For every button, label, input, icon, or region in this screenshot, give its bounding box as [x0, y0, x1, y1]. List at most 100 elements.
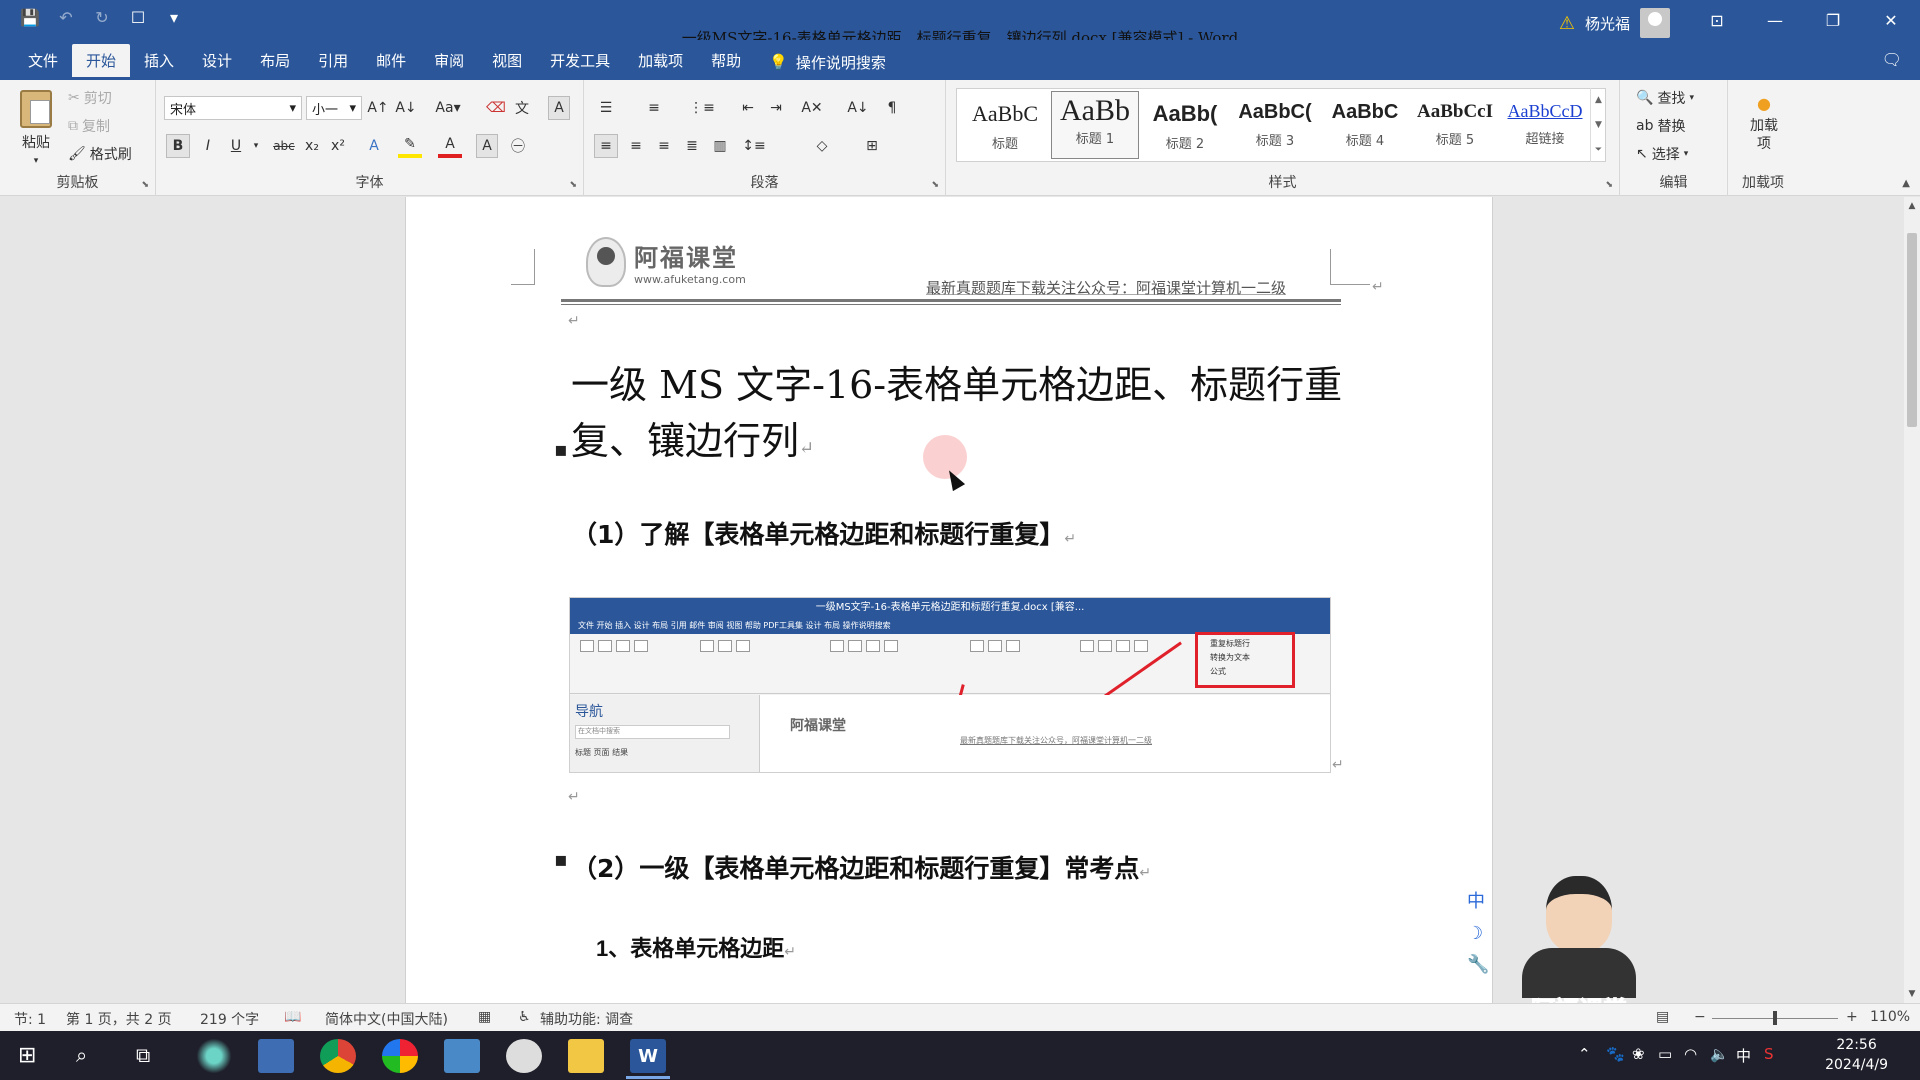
volume-icon[interactable]: 🔈	[1710, 1045, 1729, 1063]
decrease-indent-icon[interactable]: ⇤	[736, 96, 760, 120]
replace-button[interactable]: ab 替换	[1636, 116, 1685, 136]
chevron-up-icon[interactable]: ▲	[1904, 201, 1920, 211]
proofing-icon[interactable]: 📖	[284, 1009, 301, 1025]
copy-button[interactable]: ⧉ 复制	[68, 116, 110, 136]
clock[interactable]: 22:56 2024/4/9	[1825, 1035, 1888, 1075]
multilevel-list-icon[interactable]: ⋮≡	[689, 96, 715, 120]
search-icon[interactable]: ⌕	[76, 1043, 87, 1067]
chevron-up-icon[interactable]: ⌃	[1578, 1045, 1591, 1063]
bold-icon[interactable]: B	[166, 134, 190, 158]
find-button[interactable]: 🔍 查找 ▾	[1636, 88, 1694, 108]
zoom-out-icon[interactable]: −	[1694, 1009, 1706, 1025]
align-right-icon[interactable]: ≡	[652, 134, 676, 158]
font-size-combo[interactable]: 小一 ▾	[306, 96, 362, 120]
subscript-icon[interactable]: x₂	[300, 134, 324, 158]
sort-icon[interactable]: A↓	[846, 96, 870, 120]
style-hyperlink[interactable]: AaBbCcD 超链接	[1501, 91, 1589, 159]
align-center-icon[interactable]: ≡	[624, 134, 648, 158]
phonetic-guide-icon[interactable]: 文	[510, 96, 534, 120]
more-styles-icon[interactable]: ⏷	[1595, 145, 1602, 155]
style-title[interactable]: AaBbC 标题	[961, 91, 1049, 159]
tab-developer[interactable]: 开发工具	[536, 44, 624, 80]
comments-icon[interactable]: 🗨	[1882, 50, 1902, 69]
embedded-screenshot[interactable]: 一级MS文字-16-表格单元格边距和标题行重复.docx [兼容... 文件 开…	[569, 597, 1331, 773]
shrink-font-icon[interactable]: A↓	[394, 96, 418, 120]
close-icon[interactable]: ✕	[1862, 0, 1920, 40]
character-border-icon[interactable]: A	[548, 96, 570, 120]
wrench-icon[interactable]: 🔧	[1467, 954, 1489, 975]
ime-chinese-icon[interactable]: 中	[1467, 887, 1489, 913]
status-page[interactable]: 第 1 页，共 2 页	[66, 1009, 172, 1029]
dialog-launcher-icon[interactable]: ⬊	[931, 180, 939, 190]
chevron-down-icon[interactable]: ▾	[244, 134, 268, 158]
status-section[interactable]: 节: 1	[14, 1009, 46, 1029]
bullets-icon[interactable]: ☰	[594, 96, 618, 120]
tab-home[interactable]: 开始	[72, 44, 131, 80]
app-icon[interactable]	[382, 1039, 418, 1073]
tab-references[interactable]: 引用	[304, 44, 362, 80]
style-heading-5[interactable]: AaBbCcI 标题 5	[1411, 91, 1499, 159]
tab-addins[interactable]: 加载项	[624, 44, 697, 80]
chevron-up-icon[interactable]: ▲	[1595, 95, 1602, 105]
scroll-thumb[interactable]	[1907, 233, 1917, 427]
document-page[interactable]: 阿福课堂 www.afuketang.com 最新真题题库下载关注公众号：阿福课…	[405, 197, 1493, 1003]
app-icon[interactable]	[506, 1039, 542, 1073]
justify-icon[interactable]: ≣	[680, 134, 704, 158]
increase-indent-icon[interactable]: ⇥	[764, 96, 788, 120]
grow-font-icon[interactable]: A↑	[366, 96, 390, 120]
tab-view[interactable]: 视图	[478, 44, 536, 80]
sogou-icon[interactable]: S	[1764, 1045, 1774, 1063]
collapse-ribbon-icon[interactable]: ▲	[1902, 178, 1910, 189]
ribbon-display-icon[interactable]: ⊡	[1688, 0, 1746, 40]
tab-file[interactable]: 文件	[14, 44, 72, 80]
tab-mailings[interactable]: 邮件	[362, 44, 420, 80]
zoom-slider[interactable]	[1712, 1011, 1838, 1025]
file-explorer-icon[interactable]	[568, 1039, 604, 1073]
tab-help[interactable]: 帮助	[697, 44, 755, 80]
zoom-level[interactable]: 110%	[1870, 1009, 1910, 1025]
font-color-icon[interactable]: A	[438, 134, 462, 158]
chevron-down-icon[interactable]: ▼	[1904, 989, 1920, 999]
accessibility-icon[interactable]: ♿	[518, 1009, 531, 1025]
addins-button[interactable]: ● 加载项	[1742, 94, 1786, 153]
heading-2[interactable]: （2）一级【表格单元格边距和标题行重复】常考点↵	[572, 849, 1151, 885]
style-heading-4[interactable]: AaBbC 标题 4	[1321, 91, 1409, 159]
sub-heading[interactable]: 1、表格单元格边距↵	[596, 931, 796, 963]
strikethrough-icon[interactable]: abc	[272, 134, 296, 158]
status-words[interactable]: 219 个字	[200, 1009, 259, 1029]
numbering-icon[interactable]: ≡	[642, 96, 666, 120]
dialog-launcher-icon[interactable]: ⬊	[569, 180, 577, 190]
battery-icon[interactable]: ▭	[1658, 1045, 1672, 1063]
user-area[interactable]: ⚠ 杨光福	[1559, 8, 1670, 38]
superscript-icon[interactable]: x²	[326, 134, 350, 158]
chinese-layout-icon[interactable]: A✕	[800, 96, 824, 120]
app-icon[interactable]	[196, 1039, 232, 1073]
task-view-icon[interactable]: ⧉	[136, 1043, 150, 1067]
dialog-launcher-icon[interactable]: ⬊	[1605, 180, 1613, 190]
style-heading-2[interactable]: AaBb( 标题 2	[1141, 91, 1229, 159]
format-painter-button[interactable]: 🖌 格式刷	[68, 144, 132, 164]
select-button[interactable]: ↖ 选择 ▾	[1636, 144, 1688, 164]
chrome-icon[interactable]	[320, 1039, 356, 1073]
word-icon[interactable]: W	[630, 1039, 666, 1073]
tab-review[interactable]: 审阅	[420, 44, 478, 80]
italic-icon[interactable]: I	[196, 134, 220, 158]
cut-button[interactable]: ✂ 剪切	[68, 88, 112, 108]
vertical-scrollbar[interactable]: ▲ ▼	[1904, 197, 1920, 1003]
windows-start-icon[interactable]: ⊞	[18, 1043, 36, 1068]
app-icon[interactable]	[258, 1039, 294, 1073]
tab-insert[interactable]: 插入	[130, 44, 188, 80]
shading-icon[interactable]: ◇	[810, 134, 834, 158]
tell-me-search[interactable]: 💡 操作说明搜索	[755, 44, 900, 80]
dialog-launcher-icon[interactable]: ⬊	[141, 180, 149, 190]
font-name-combo[interactable]: 宋体 ▾	[164, 96, 302, 120]
paste-button[interactable]: 粘贴 ▾	[20, 90, 52, 166]
moon-icon[interactable]: ☽	[1467, 923, 1489, 944]
heading-1[interactable]: （1）了解【表格单元格边距和标题行重复】↵	[572, 515, 1076, 551]
zoom-handle[interactable]	[1773, 1011, 1777, 1025]
wifi-icon[interactable]: ◠	[1684, 1045, 1697, 1063]
status-language[interactable]: 简体中文(中国大陆)	[325, 1009, 448, 1029]
chevron-down-icon[interactable]: ▼	[1595, 120, 1602, 130]
macro-icon[interactable]: ▦	[478, 1009, 491, 1025]
tray-app-icon[interactable]: 🐾	[1606, 1045, 1625, 1063]
